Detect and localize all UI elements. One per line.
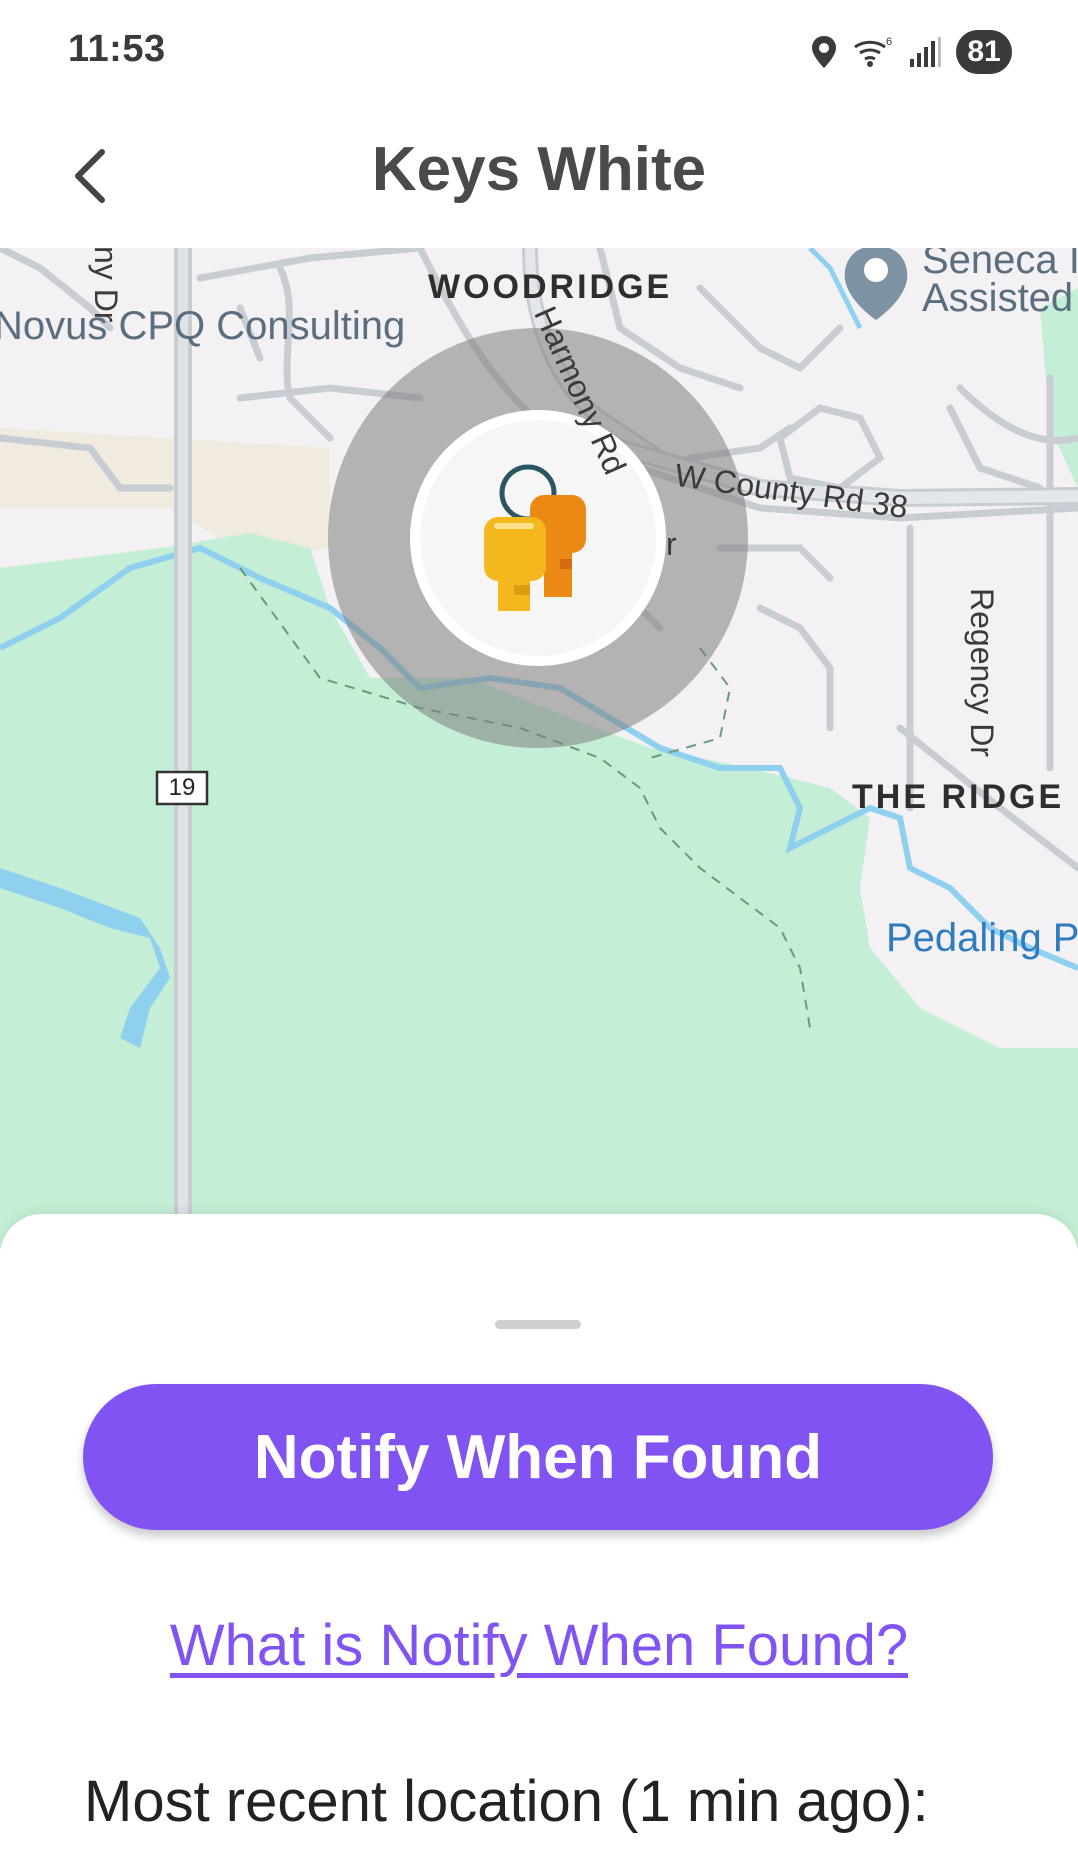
wifi-icon: 6 [854, 36, 892, 67]
status-bar: 11:53 6 81 [0, 0, 1078, 104]
map-label-novus: Novus CPQ Consulting [0, 304, 406, 348]
what-is-notify-link[interactable]: What is Notify When Found? [0, 1612, 1078, 1679]
app-bar: Keys White [0, 104, 1078, 248]
map-label-ny-dr: ny Dr [88, 248, 124, 323]
battery-icon: 81 [956, 30, 1012, 74]
map-view[interactable]: WOODRIDGE THE RIDGE Novus CPQ Consulting… [0, 248, 1078, 1248]
map-label-pedaling: Pedaling P [886, 916, 1078, 960]
map-label-r: r [666, 526, 677, 562]
status-time: 11:53 [68, 28, 166, 70]
status-icons: 6 81 [810, 28, 1012, 76]
recent-location-label: Most recent location (1 min ago): [84, 1769, 929, 1834]
signal-icon [910, 37, 941, 67]
map-label-regency-dr: Regency Dr [964, 588, 1000, 757]
route-shield-19: 19 [168, 774, 196, 801]
map-canvas [0, 248, 1078, 1248]
location-icon [812, 36, 836, 68]
keys-icon [484, 464, 586, 611]
svg-text:6: 6 [886, 36, 892, 48]
map-label-seneca-2: Assisted [922, 276, 1074, 320]
map-label-the-ridge: THE RIDGE [852, 778, 1065, 816]
bottom-sheet: Notify When Found What is Notify When Fo… [0, 1214, 1078, 1854]
map-label-woodridge: WOODRIDGE [428, 268, 673, 306]
page-title: Keys White [371, 135, 707, 204]
drag-handle[interactable] [495, 1320, 581, 1329]
notify-when-found-button[interactable]: Notify When Found [83, 1384, 993, 1530]
